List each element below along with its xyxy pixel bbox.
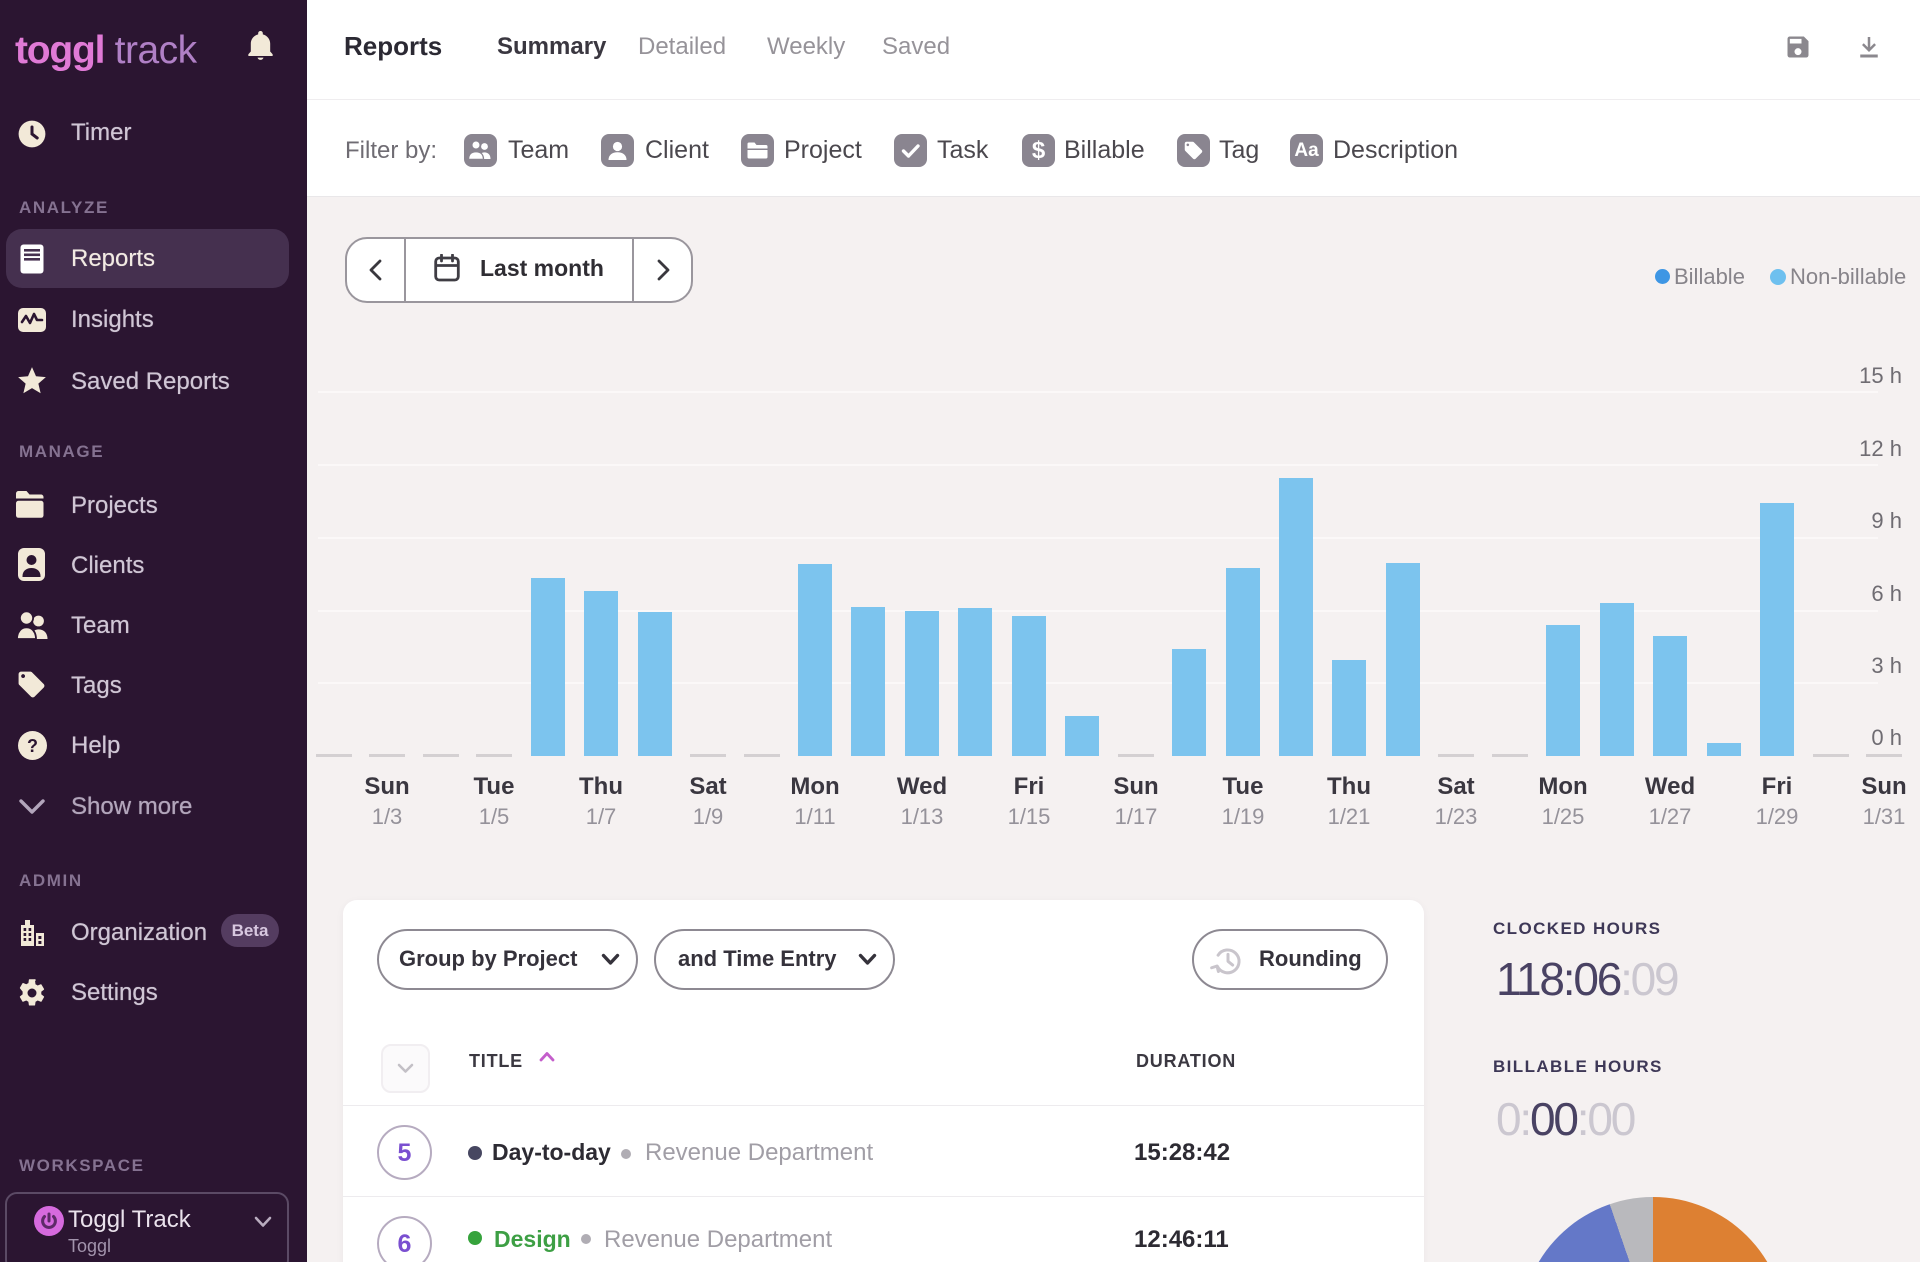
svg-text:?: ? bbox=[27, 736, 38, 756]
